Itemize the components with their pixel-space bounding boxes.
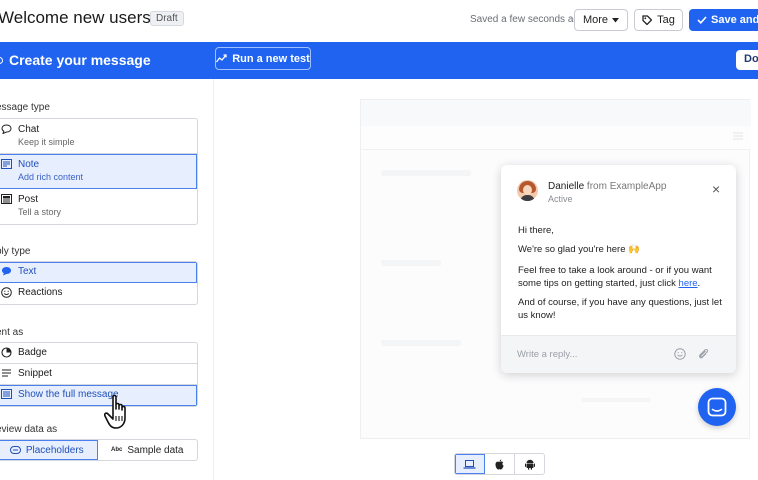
option-name: Badge: [18, 347, 47, 358]
run-test-label: Run a new test: [232, 52, 310, 65]
message-line-2-end: .: [697, 278, 701, 289]
ghost-toolbar: [361, 126, 751, 150]
ghost-line: [581, 398, 651, 402]
message-greeting: Hi there,: [518, 225, 554, 236]
top-bar: Welcome new users Draft Saved a few seco…: [0, 0, 758, 42]
check-icon: [697, 16, 707, 24]
trend-line-icon: [216, 54, 227, 63]
message-type-post[interactable]: Post Tell a story: [0, 189, 197, 224]
option-name: Note: [18, 159, 40, 170]
message-type-group: Chat Keep it simple Note Add rich conten…: [0, 118, 198, 225]
snippet-icon: [1, 368, 12, 381]
sender-from: from ExampleApp: [586, 181, 667, 192]
android-icon: [524, 459, 535, 470]
option-desc: Add rich content: [18, 172, 84, 182]
placeholders-label: Placeholders: [25, 444, 84, 456]
sent-as-group: Badge Snippet Show the full message: [0, 342, 198, 407]
sent-as-full-message[interactable]: Show the full message: [0, 385, 197, 406]
attachment-icon[interactable]: [697, 347, 709, 361]
device-preview-toggle: [454, 453, 545, 475]
sender-status: Active: [548, 194, 573, 204]
sample-data-option[interactable]: Abc Sample data: [98, 440, 198, 460]
preview-data-toggle: Placeholders Abc Sample data: [0, 439, 198, 461]
option-desc: Keep it simple: [18, 137, 75, 147]
message-type-note[interactable]: Note Add rich content: [0, 154, 197, 189]
option-name: Reactions: [18, 287, 63, 298]
banner-title-text: Create your message: [9, 52, 151, 68]
ghost-line: [381, 170, 471, 176]
device-ios[interactable]: [485, 454, 515, 474]
sender-line: Danielle from ExampleApp: [548, 181, 666, 192]
option-name: Text: [18, 266, 37, 277]
apple-icon: [495, 459, 504, 469]
ghost-line: [381, 260, 441, 266]
reply-type-group: Text Reactions: [0, 261, 198, 305]
reply-type-label: ply type: [0, 246, 31, 257]
message-line-2: Feel free to take a look around - or if …: [518, 264, 723, 290]
option-name: Chat: [18, 124, 40, 135]
more-button-label: More: [582, 14, 609, 26]
tag-icon: [642, 15, 653, 25]
badge-icon: [1, 347, 12, 361]
emoji-icon[interactable]: [674, 348, 686, 360]
hand-cursor-icon: [104, 394, 126, 429]
editor-banner: Create your message Run a new test Do: [0, 42, 758, 79]
reply-bar: Write a reply...: [501, 335, 736, 373]
close-icon[interactable]: ×: [712, 182, 720, 196]
reply-type-reactions[interactable]: Reactions: [0, 283, 197, 304]
device-desktop[interactable]: [455, 454, 485, 474]
sent-as-label: ent as: [0, 327, 24, 338]
done-button[interactable]: Do: [736, 50, 758, 70]
laptop-icon: [463, 459, 476, 469]
tag-button-label: Tag: [657, 14, 675, 26]
saved-status: Saved a few seconds ago: [470, 14, 585, 25]
option-desc: Tell a story: [18, 207, 62, 217]
abc-icon: Abc: [111, 447, 123, 453]
avatar: [517, 180, 538, 201]
sent-as-snippet[interactable]: Snippet: [0, 364, 197, 385]
text-bubble-icon: [1, 266, 12, 279]
message-type-label: essage type: [0, 102, 50, 113]
tag-button[interactable]: Tag: [634, 9, 683, 31]
placeholder-icon: [9, 446, 21, 454]
smiley-icon: [1, 287, 12, 301]
post-icon: [1, 194, 12, 207]
full-message-icon: [1, 389, 12, 402]
preview-data-label: eview data as: [0, 424, 58, 435]
chat-bubble-icon: [1, 124, 12, 137]
more-button[interactable]: More: [574, 9, 628, 31]
chat-message-card: Danielle from ExampleApp Active × Hi the…: [501, 165, 736, 373]
ghost-header: [361, 100, 751, 126]
reply-input[interactable]: Write a reply...: [517, 349, 577, 360]
page-title[interactable]: Welcome new users: [0, 8, 151, 28]
messenger-launcher-button[interactable]: [698, 388, 736, 426]
note-icon: [1, 159, 12, 172]
sender-name: Danielle: [548, 181, 585, 192]
message-line-1: We're so glad you're here 🙌: [518, 244, 640, 255]
step-circle-icon: [0, 56, 3, 64]
save-button-label: Save and c: [711, 14, 758, 26]
device-android[interactable]: [515, 454, 544, 474]
save-and-close-button[interactable]: Save and c: [689, 9, 758, 31]
draft-badge: Draft: [150, 11, 184, 26]
banner-title: Create your message: [0, 52, 151, 68]
sample-data-label: Sample data: [127, 444, 184, 456]
option-name: Post: [18, 194, 39, 205]
placeholders-option[interactable]: Placeholders: [0, 440, 98, 460]
caret-down-icon: [612, 17, 620, 22]
message-type-chat[interactable]: Chat Keep it simple: [0, 119, 197, 154]
run-new-test-button[interactable]: Run a new test: [215, 47, 311, 70]
menu-lines-icon: [733, 132, 743, 140]
sent-as-badge[interactable]: Badge: [0, 343, 197, 364]
option-name: Snippet: [18, 368, 52, 379]
reply-type-text[interactable]: Text: [0, 262, 197, 283]
ghost-line: [381, 340, 461, 346]
here-link[interactable]: here: [679, 278, 698, 289]
messenger-icon: [707, 397, 727, 417]
message-line-3: And of course, if you have any questions…: [518, 297, 722, 321]
